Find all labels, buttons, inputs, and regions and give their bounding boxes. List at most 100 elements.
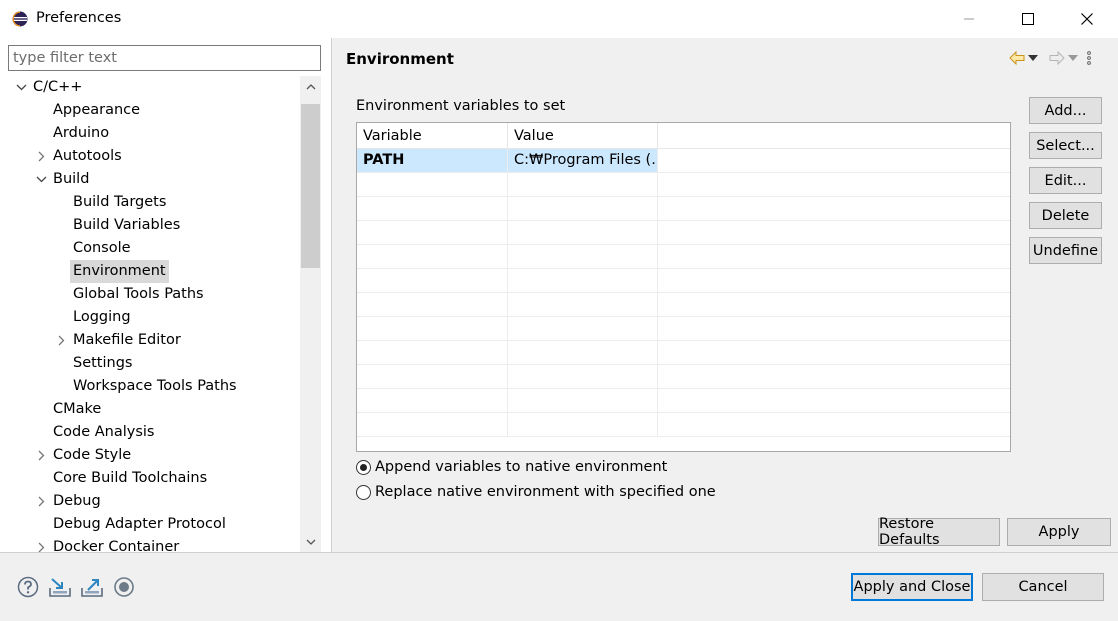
tree-item-label: CMake [53, 401, 102, 417]
tree-item[interactable]: CMake [0, 398, 300, 421]
tree-item-label: Global Tools Paths [73, 286, 204, 302]
add-button[interactable]: Add... [1029, 97, 1102, 124]
replace-radio-option[interactable]: Replace native environment with specifie… [356, 481, 716, 503]
preference-page: Environment Environment variables to set… [331, 38, 1118, 552]
cell-variable [357, 221, 508, 244]
edit-button[interactable]: Edit... [1029, 167, 1102, 194]
table-row[interactable] [357, 413, 1010, 437]
restore-defaults-button[interactable]: Restore Defaults [878, 516, 1000, 548]
close-button[interactable] [1058, 0, 1116, 38]
chevron-down-icon[interactable] [34, 168, 48, 191]
environment-table[interactable]: Variable Value PATH C:₩Program Files (... [356, 122, 1011, 452]
table-row[interactable]: PATH C:₩Program Files (... [357, 149, 1010, 173]
table-row[interactable] [357, 197, 1010, 221]
column-header-variable[interactable]: Variable [357, 123, 508, 149]
filter-input[interactable] [8, 45, 321, 71]
cell-variable [357, 197, 508, 220]
import-icon[interactable] [48, 575, 72, 599]
replace-radio[interactable] [356, 484, 371, 500]
page-navigation [1008, 48, 1092, 68]
cell-value [508, 317, 658, 340]
table-row[interactable] [357, 173, 1010, 197]
cancel-button[interactable]: Cancel [982, 573, 1104, 601]
delete-button[interactable]: Delete [1029, 202, 1102, 229]
tree-item[interactable]: Code Analysis [0, 421, 300, 444]
chevron-down-icon[interactable] [14, 76, 28, 99]
select-button[interactable]: Select... [1029, 132, 1102, 159]
scroll-down-button[interactable] [300, 532, 321, 552]
tree-item-label: Code Analysis [53, 424, 155, 440]
tree-item[interactable]: Code Style [0, 444, 300, 467]
tree-scrollbar[interactable] [300, 76, 321, 552]
append-radio-label: Append variables to native environment [375, 459, 668, 475]
tree-item-label: Code Style [53, 447, 132, 463]
append-radio[interactable] [356, 459, 371, 475]
maximize-button[interactable] [999, 0, 1057, 38]
chevron-right-icon[interactable] [34, 536, 48, 552]
table-row[interactable] [357, 293, 1010, 317]
tree-item[interactable]: Environment [0, 260, 300, 283]
tree-item[interactable]: Workspace Tools Paths [0, 375, 300, 398]
tree-item[interactable]: Build [0, 168, 300, 191]
tree-item[interactable]: Global Tools Paths [0, 283, 300, 306]
scroll-thumb[interactable] [301, 104, 320, 268]
cell-value [508, 269, 658, 292]
cell-value [508, 173, 658, 196]
cell-value: C:₩Program Files (... [508, 149, 658, 172]
tree-item[interactable]: Docker Container [0, 536, 300, 552]
view-menu-button[interactable] [1086, 51, 1092, 65]
table-row[interactable] [357, 221, 1010, 245]
record-icon[interactable] [112, 575, 136, 599]
cell-variable [357, 341, 508, 364]
export-icon[interactable] [80, 575, 104, 599]
table-row[interactable] [357, 269, 1010, 293]
cell-variable [357, 413, 508, 436]
tree-item[interactable]: Autotools [0, 145, 300, 168]
chevron-right-icon[interactable] [34, 490, 48, 513]
chevron-right-icon[interactable] [34, 444, 48, 467]
minimize-icon [964, 18, 974, 20]
replace-radio-label: Replace native environment with specifie… [375, 484, 716, 500]
tree-item[interactable]: Settings [0, 352, 300, 375]
table-row[interactable] [357, 341, 1010, 365]
tree-item[interactable]: Core Build Toolchains [0, 467, 300, 490]
tree-item[interactable]: Makefile Editor [0, 329, 300, 352]
apply-and-close-button[interactable]: Apply and Close [851, 573, 973, 601]
back-button[interactable] [1008, 51, 1026, 65]
tree-item[interactable]: Build Variables [0, 214, 300, 237]
cell-value [508, 221, 658, 244]
tree-item[interactable]: C/C++ [0, 76, 300, 99]
undefine-button[interactable]: Undefine [1029, 237, 1102, 264]
table-row[interactable] [357, 365, 1010, 389]
table-row[interactable] [357, 389, 1010, 413]
preference-tree: C/C++ Appearance Arduino Autotools Build Buil… [0, 76, 300, 552]
cell-value [508, 293, 658, 316]
apply-button[interactable]: Apply [1007, 518, 1111, 546]
tree-item[interactable]: Appearance [0, 99, 300, 122]
back-menu-button[interactable] [1028, 55, 1038, 61]
append-radio-option[interactable]: Append variables to native environment [356, 456, 667, 478]
tree-item[interactable]: Debug [0, 490, 300, 513]
tree-item-label: Build [53, 171, 90, 187]
tree-item-label: Debug [53, 493, 101, 509]
tree-item[interactable]: Logging [0, 306, 300, 329]
tree-item[interactable]: Debug Adapter Protocol [0, 513, 300, 536]
minimize-button[interactable] [940, 0, 998, 38]
table-row[interactable] [357, 245, 1010, 269]
cell-variable [357, 389, 508, 412]
forward-menu-button[interactable] [1068, 55, 1078, 61]
chevron-right-icon[interactable] [54, 329, 68, 352]
column-header-value[interactable]: Value [508, 123, 658, 149]
tree-item-label: Arduino [53, 125, 110, 141]
tree-item[interactable]: Arduino [0, 122, 300, 145]
chevron-right-icon[interactable] [34, 145, 48, 168]
tree-item[interactable]: Build Targets [0, 191, 300, 214]
cell-value [508, 365, 658, 388]
tree-item-label: Build Variables [73, 217, 181, 233]
forward-button[interactable] [1048, 51, 1066, 65]
tree-item[interactable]: Console [0, 237, 300, 260]
close-icon [1081, 13, 1093, 25]
scroll-up-button[interactable] [300, 76, 321, 96]
table-row[interactable] [357, 317, 1010, 341]
help-icon[interactable] [16, 575, 40, 599]
